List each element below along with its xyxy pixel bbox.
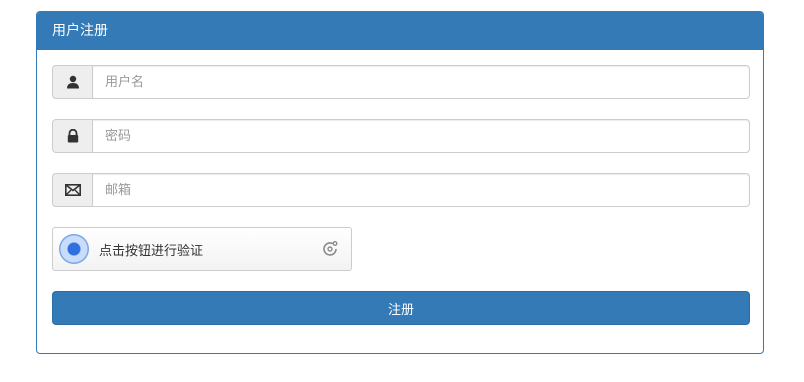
register-button[interactable]: 注册 xyxy=(52,291,750,325)
user-icon xyxy=(52,65,92,99)
password-group xyxy=(52,119,750,153)
email-group xyxy=(52,173,750,207)
lock-icon xyxy=(52,119,92,153)
username-input[interactable] xyxy=(92,65,750,99)
email-input[interactable] xyxy=(92,173,750,207)
panel-title: 用户注册 xyxy=(37,12,763,50)
username-group xyxy=(52,65,750,99)
register-panel: 用户注册 用户名 邮箱 点击按钮进行验证 注册 xyxy=(36,11,764,354)
refresh-icon[interactable] xyxy=(319,238,341,260)
captcha-button[interactable]: 点击按钮进行验证 xyxy=(52,227,352,271)
captcha-circle-icon xyxy=(59,234,89,264)
password-input[interactable] xyxy=(92,119,750,153)
envelope-icon xyxy=(52,173,92,207)
captcha-label: 点击按钮进行验证 xyxy=(99,243,204,259)
